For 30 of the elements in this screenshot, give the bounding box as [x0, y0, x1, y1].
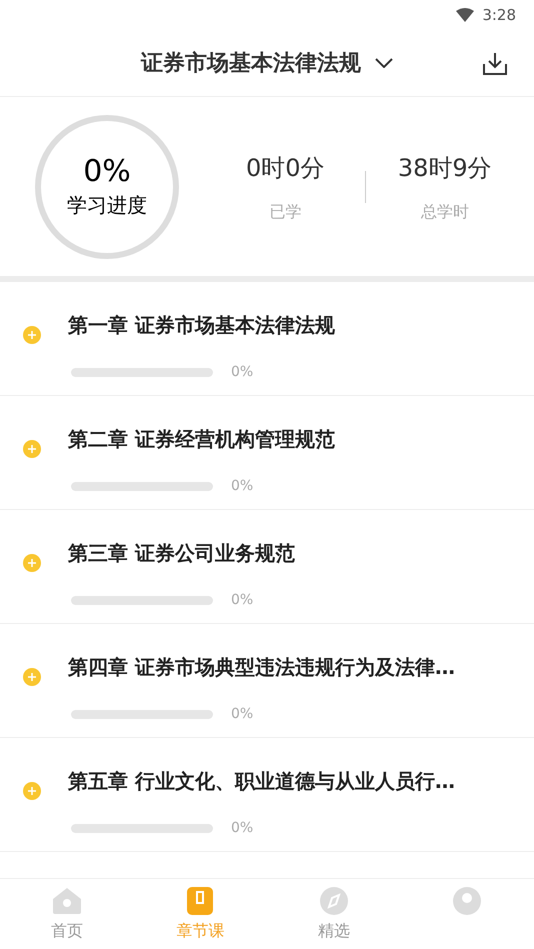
progress-percent: 0%	[231, 477, 254, 496]
chapter-title[interactable]: 第三章 证券公司业务规范	[68, 538, 295, 568]
progress-percent: 0%	[231, 363, 254, 382]
chapter-title[interactable]: 第四章 证券市场典型违法违规行为及法律…	[68, 652, 455, 682]
download-icon[interactable]	[482, 52, 508, 76]
progress-label: 学习进度	[67, 192, 147, 218]
wifi-icon	[456, 8, 474, 22]
progress-percent: 0%	[231, 705, 254, 724]
chevron-down-icon	[375, 58, 393, 68]
stat-label: 已学	[269, 200, 302, 222]
expand-icon[interactable]	[22, 439, 42, 459]
home-icon	[52, 887, 82, 915]
compass-icon	[320, 887, 348, 915]
chapter-title[interactable]: 第五章 行业文化、职业道德与从业人员行…	[68, 766, 455, 796]
expand-icon[interactable]	[22, 781, 42, 801]
stat-label: 总学时	[420, 200, 469, 222]
stat-value: 38时9分	[398, 152, 492, 184]
progress-percent: 0%	[231, 819, 254, 838]
status-time: 3:28	[482, 4, 516, 26]
progress-value: 0%	[83, 154, 131, 190]
chapter-title[interactable]: 第二章 证券经营机构管理规范	[68, 424, 335, 454]
book-icon	[187, 887, 214, 915]
progress-percent: 0%	[231, 591, 254, 610]
expand-icon[interactable]	[22, 667, 42, 687]
stat-value: 0时0分	[246, 152, 325, 184]
chapter-title[interactable]: 第一章 证券市场基本法律法规	[68, 310, 335, 340]
title-dropdown[interactable]: 证券市场基本法律法规	[141, 46, 393, 80]
expand-icon[interactable]	[22, 553, 42, 573]
expand-icon[interactable]	[22, 325, 42, 345]
profile-icon	[453, 887, 482, 915]
